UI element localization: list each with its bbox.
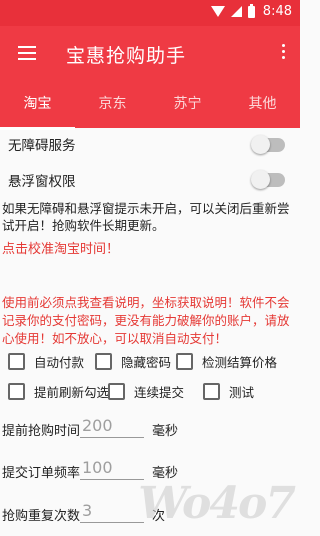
checkbox-label: 隐藏密码: [121, 355, 172, 370]
menu-icon[interactable]: [18, 46, 36, 60]
advance-time-input[interactable]: [80, 416, 144, 438]
tab-other[interactable]: 其他: [225, 82, 300, 128]
tab-jingdong[interactable]: 京东: [75, 82, 150, 128]
tab-bar: 淘宝 京东 苏宁 其他: [0, 82, 300, 130]
tab-suning[interactable]: 苏宁: [150, 82, 225, 128]
checkbox-label: 检测结算价格: [202, 355, 278, 370]
checkbox-label: 测试: [229, 385, 255, 400]
checkbox-test[interactable]: 测试: [203, 382, 254, 401]
accessibility-switch[interactable]: [251, 135, 285, 154]
checkbox-check-price[interactable]: 检测结算价格: [176, 352, 277, 371]
checkbox-continuous-submit[interactable]: 连续提交: [108, 382, 184, 401]
status-time: 8:48: [262, 4, 292, 19]
submit-freq-label: 提交订单频率: [2, 466, 81, 481]
advance-time-unit: 毫秒: [152, 424, 179, 439]
checkbox-box[interactable]: [176, 353, 193, 370]
calibrate-link[interactable]: 点击校准淘宝时间！: [2, 241, 294, 258]
instructions-link[interactable]: 使用前必须点我查看说明，坐标获取说明！软件不会记录你的支付密码，更没有能力破解你…: [2, 294, 294, 348]
accessibility-label: 无障碍服务: [8, 138, 76, 154]
more-vert-icon[interactable]: [280, 44, 286, 62]
checkbox-hide-password[interactable]: 隐藏密码: [95, 352, 171, 371]
checkbox-box[interactable]: [108, 383, 125, 400]
tab-taobao[interactable]: 淘宝: [0, 82, 75, 130]
battery-icon: [247, 3, 255, 18]
checkbox-label: 自动付款: [34, 355, 85, 370]
checkbox-label: 连续提交: [134, 385, 185, 400]
overlay-switch[interactable]: [251, 170, 285, 189]
checkbox-refresh-early[interactable]: 提前刷新勾选: [8, 382, 109, 401]
status-icons: 8:48: [210, 3, 292, 19]
overlay-label: 悬浮窗权限: [8, 174, 76, 190]
app-bar: 宝惠抢购助手: [0, 26, 300, 82]
checkbox-box[interactable]: [8, 383, 25, 400]
signal-icon: [230, 6, 242, 17]
advance-time-label: 提前抢购时间: [2, 424, 81, 439]
app-title: 宝惠抢购助手: [66, 45, 187, 67]
checkbox-label: 提前刷新勾选: [34, 385, 110, 400]
checkbox-auto-pay[interactable]: 自动付款: [8, 352, 84, 371]
restart-hint-text: 如果无障碍和悬浮窗提示未开启，可以关闭后重新尝试开启！抢购软件长期更新。: [2, 201, 290, 233]
retry-count-input[interactable]: [80, 501, 144, 523]
checkbox-box[interactable]: [203, 383, 220, 400]
status-bar: 8:48: [0, 0, 300, 26]
retry-count-label: 抢购重复次数: [2, 509, 81, 524]
wifi-icon: [210, 6, 225, 17]
submit-freq-input[interactable]: [80, 458, 144, 480]
watermark-logo: Wo4o7: [138, 478, 296, 529]
checkbox-box[interactable]: [8, 353, 25, 370]
checkbox-box[interactable]: [95, 353, 112, 370]
